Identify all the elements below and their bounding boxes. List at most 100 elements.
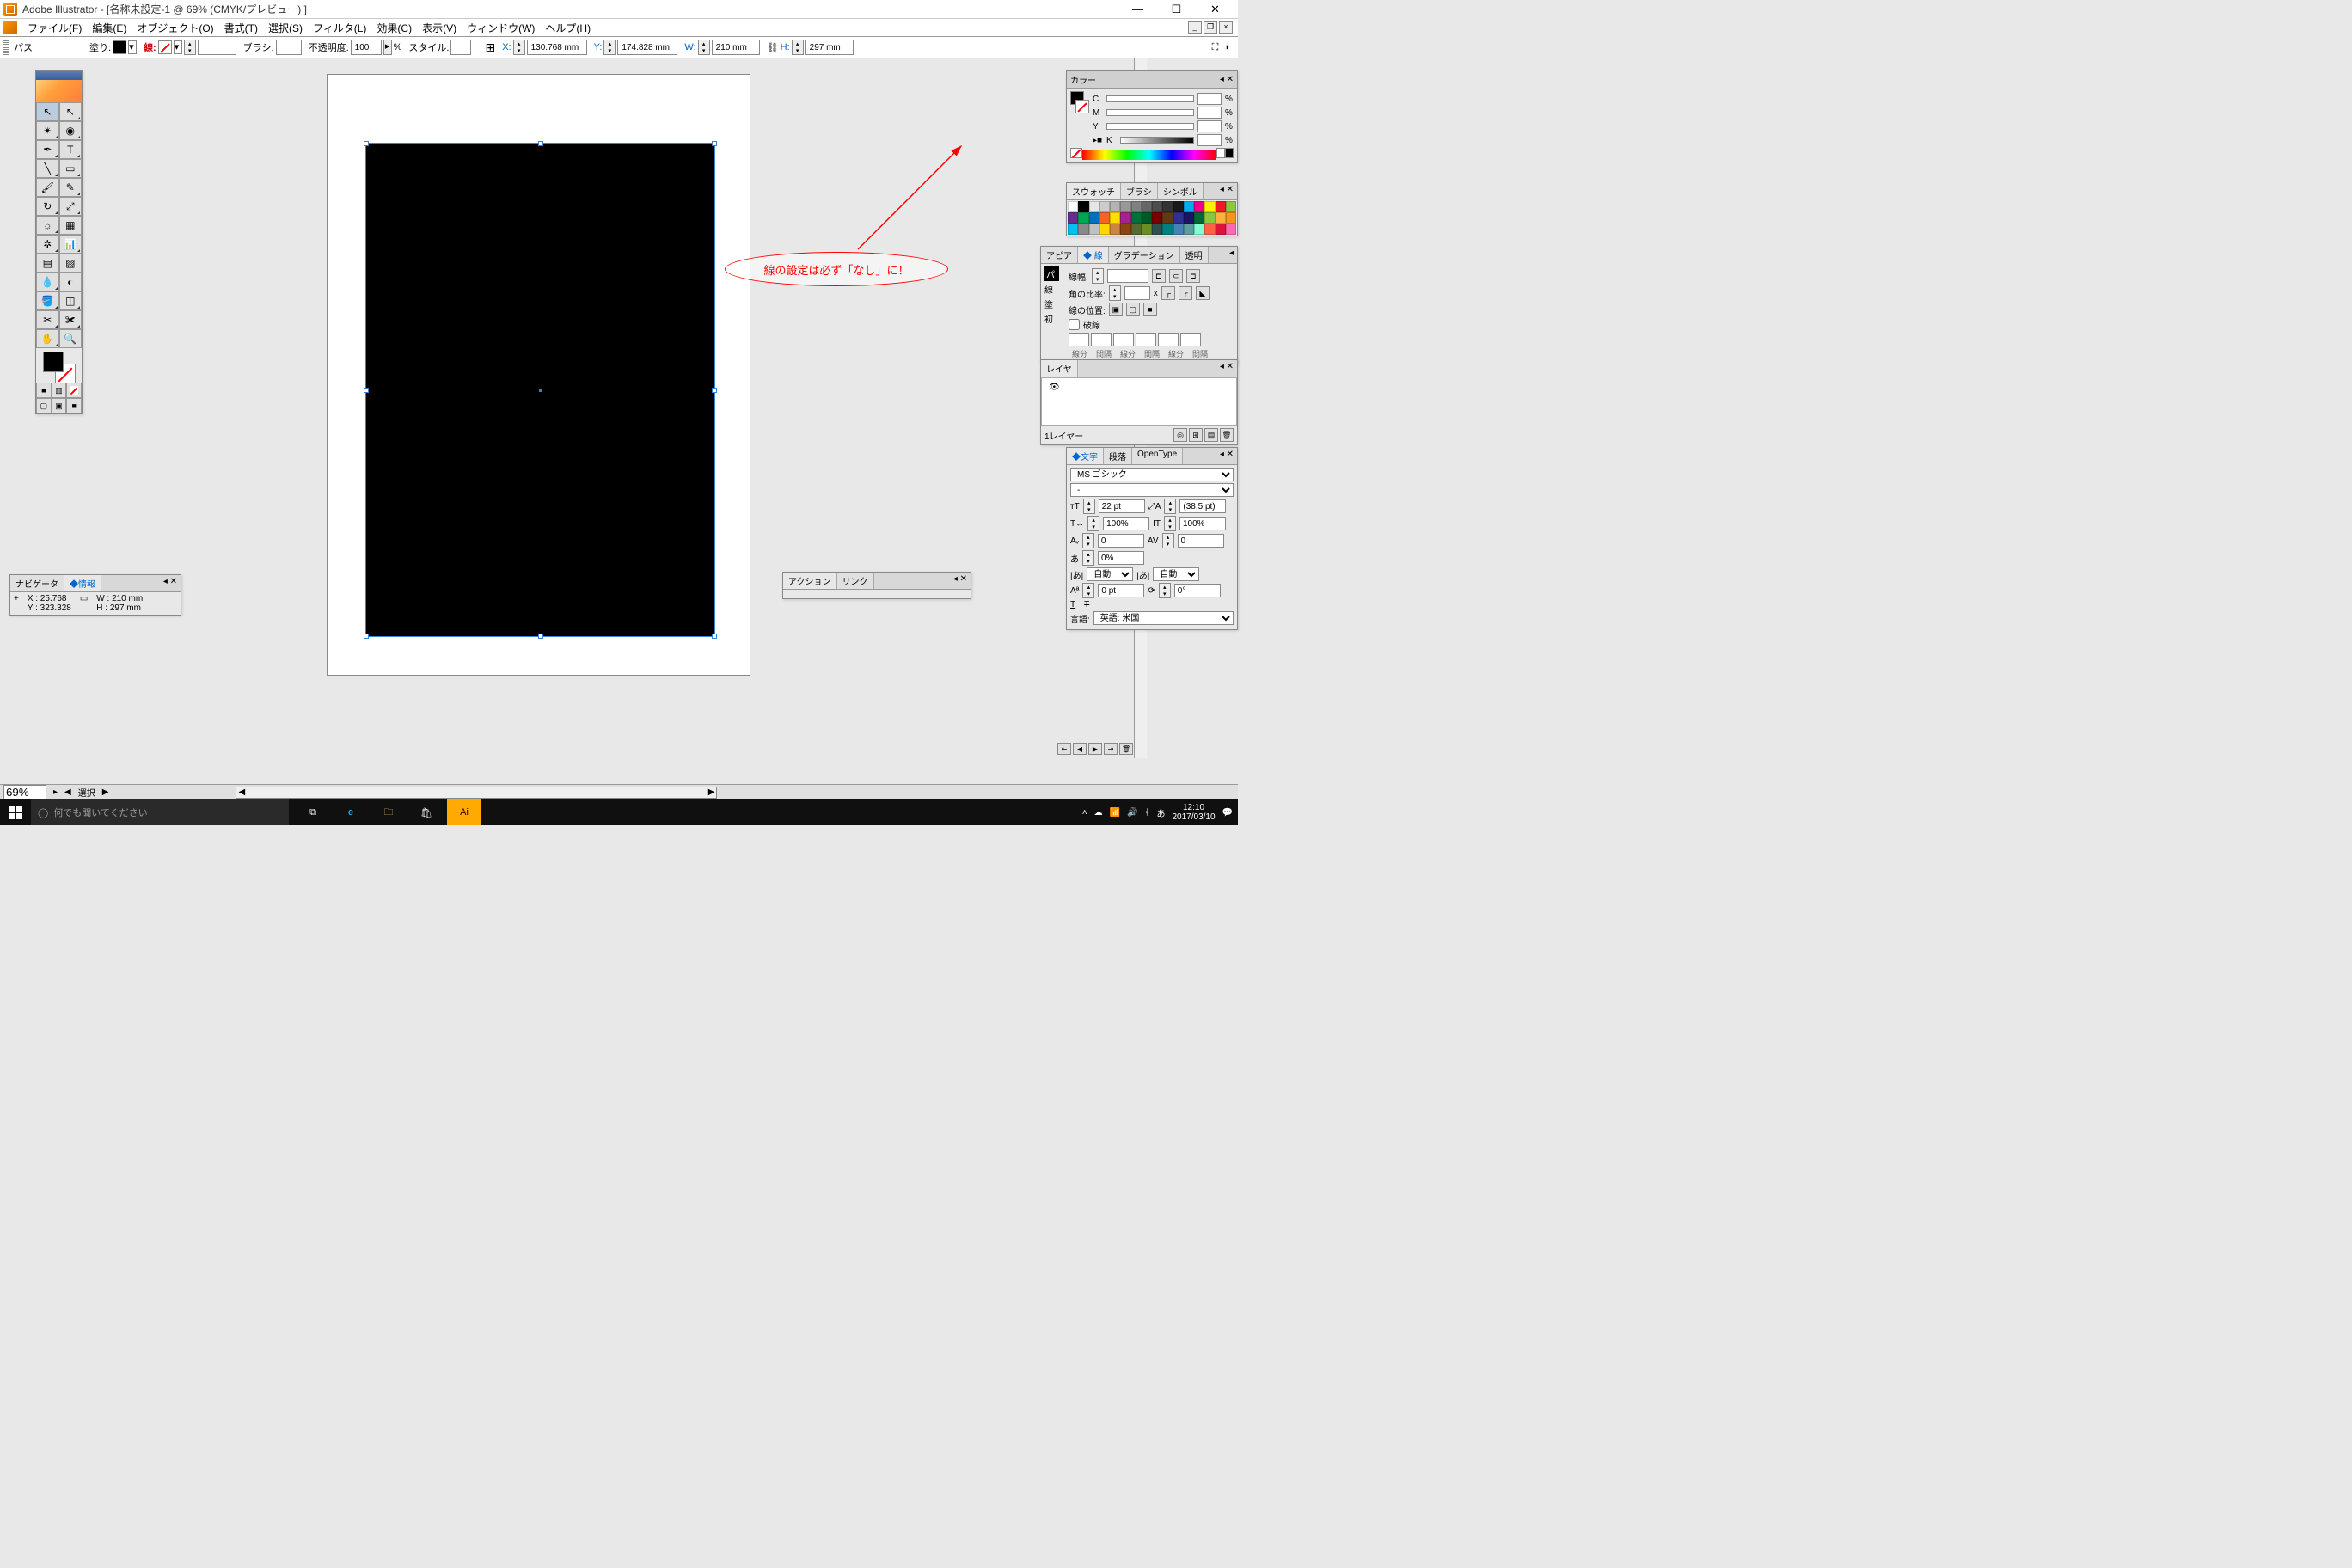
corner-stepper[interactable]: ▴▾ [1109,285,1121,301]
swatch-cell[interactable] [1162,224,1173,235]
tray-wifi-icon[interactable]: 📶 [1110,808,1120,818]
spectrum-bar[interactable] [1082,150,1216,160]
tab-transparent[interactable]: 透明 [1180,247,1209,263]
h-field[interactable]: 297 mm [805,40,854,55]
stroke-weight-field[interactable] [198,40,236,55]
swatch-cell[interactable] [1131,201,1142,212]
swatch-cell[interactable] [1068,212,1078,224]
swatch-cell[interactable] [1173,224,1184,235]
layer-visibility-icon[interactable]: 👁 [1049,383,1060,392]
swatch-cell[interactable] [1068,201,1078,212]
align-icon[interactable]: ⊞ [485,40,495,55]
m-value[interactable] [1197,107,1222,119]
status-flyout[interactable]: ▶ [102,787,109,797]
swatch-cell[interactable] [1152,224,1162,235]
swatch-cell[interactable] [1204,201,1215,212]
bp-field[interactable] [1098,551,1144,565]
fill-dropdown[interactable]: ▾ [128,40,137,54]
align-outside-icon[interactable]: ■ [1143,303,1157,316]
magic-wand-tool[interactable]: ✴ [36,121,59,140]
style-dropdown[interactable] [450,40,471,55]
swatch-cell[interactable] [1078,212,1088,224]
swatch-cell[interactable] [1184,201,1194,212]
swatch-cell[interactable] [1068,224,1078,235]
menu-select[interactable]: 選択(S) [263,19,308,37]
stroke-dropdown[interactable]: ▾ [174,40,182,54]
layer-create-sub-icon[interactable]: ⊞ [1189,428,1203,442]
tab-gradient[interactable]: グラデーション [1109,247,1180,263]
taskbar-edge-icon[interactable]: e [334,799,368,825]
tab-character[interactable]: ◆文字 [1067,448,1104,464]
screen-mode-icon[interactable]: ⛶ [1212,42,1219,53]
tab-stroke[interactable]: ◆ 線 [1078,247,1109,263]
c-slider[interactable] [1106,95,1194,102]
swatch-cell[interactable] [1173,212,1184,224]
graph-tool[interactable]: 📊 [59,235,83,254]
swatch-cell[interactable] [1226,224,1236,235]
gap3[interactable] [1180,333,1201,346]
layer-delete-icon[interactable]: 🗑 [1220,428,1234,442]
w-stepper[interactable]: ▴▾ [698,40,710,55]
kerning-field[interactable] [1098,534,1144,548]
h-stepper[interactable]: ▴▾ [792,40,804,55]
pen-tool[interactable]: ✒ [36,140,59,159]
bp-stepper[interactable]: ▴▾ [1082,550,1094,566]
screen-full-btn[interactable]: ■ [66,398,82,413]
options-bar-grip[interactable] [3,40,9,55]
symbol-sprayer-tool[interactable]: ✲ [36,235,59,254]
link-wh-icon[interactable]: ⛓ [767,42,779,53]
lang-dropdown[interactable]: 英語: 米国 [1093,611,1234,625]
stroke-width-field[interactable] [1107,269,1148,283]
toolbox-grip[interactable] [36,71,82,80]
info-panel-menu[interactable]: ◂ ✕ [160,575,181,591]
appearance-row-init[interactable]: 初 [1044,312,1059,325]
tab-opentype[interactable]: OpenType [1132,448,1183,464]
swatch-cell[interactable] [1131,224,1142,235]
join-miter-icon[interactable]: ┌ [1161,286,1175,300]
menu-effect[interactable]: 効果(C) [371,19,417,37]
lasso-tool[interactable]: ◉ [59,121,83,140]
appearance-row-line[interactable]: 線 [1044,283,1059,296]
hscale-stepper[interactable]: ▴▾ [1087,516,1099,531]
warp-tool[interactable]: ☼ [36,216,59,235]
y-slider[interactable] [1106,123,1194,130]
swatch-cell[interactable] [1120,201,1130,212]
menu-edit[interactable]: 編集(E) [87,19,132,37]
cap-projecting-icon[interactable]: ⊐ [1186,269,1200,283]
cap-round-icon[interactable]: ⊂ [1169,269,1183,283]
hscale-field[interactable] [1103,517,1149,530]
tray-up-icon[interactable]: ˄ [1082,808,1087,818]
vscale-field[interactable] [1179,517,1226,530]
rectangle-tool[interactable]: ▭ [59,159,83,178]
swatch-cell[interactable] [1099,201,1110,212]
swatch-cell[interactable] [1216,224,1226,235]
shift-stepper[interactable]: ▴▾ [1082,583,1094,598]
white-chip[interactable] [1216,148,1225,158]
screen-normal-btn[interactable]: ▢ [36,398,52,413]
taskbar-store-icon[interactable]: 🛍 [409,799,444,825]
size-field[interactable] [1099,499,1145,513]
window-close-button[interactable]: ✕ [1196,0,1234,19]
char-panel-menu[interactable]: ◂ ✕ [1216,448,1237,464]
layer-new-icon[interactable]: ▤ [1204,428,1218,442]
opacity-field[interactable]: 100 [351,40,382,55]
gap2[interactable] [1136,333,1156,346]
tray-bluetooth-icon[interactable]: ᚼ [1144,808,1149,818]
w-field[interactable]: 210 mm [712,40,760,55]
strikethrough-icon[interactable]: T [1084,600,1089,609]
menu-filter[interactable]: フィルタ(L) [308,19,371,37]
drawn-rectangle[interactable] [365,143,715,637]
none-mode-btn[interactable] [66,383,82,398]
color-mode-btn[interactable]: ■ [36,383,52,398]
leading-field[interactable] [1179,499,1226,513]
fill-color-chip[interactable] [43,352,64,372]
live-paint-select-tool[interactable]: ◫ [59,291,83,310]
swatch-cell[interactable] [1110,212,1120,224]
leading-stepper[interactable]: ▴▾ [1164,499,1176,514]
none-color-icon[interactable] [1070,148,1082,158]
live-paint-tool[interactable]: 🪣 [36,291,59,310]
swatch-cell[interactable] [1204,224,1215,235]
swatch-cell[interactable] [1204,212,1215,224]
blend-tool[interactable]: ◐ [59,273,83,291]
swatch-cell[interactable] [1152,212,1162,224]
